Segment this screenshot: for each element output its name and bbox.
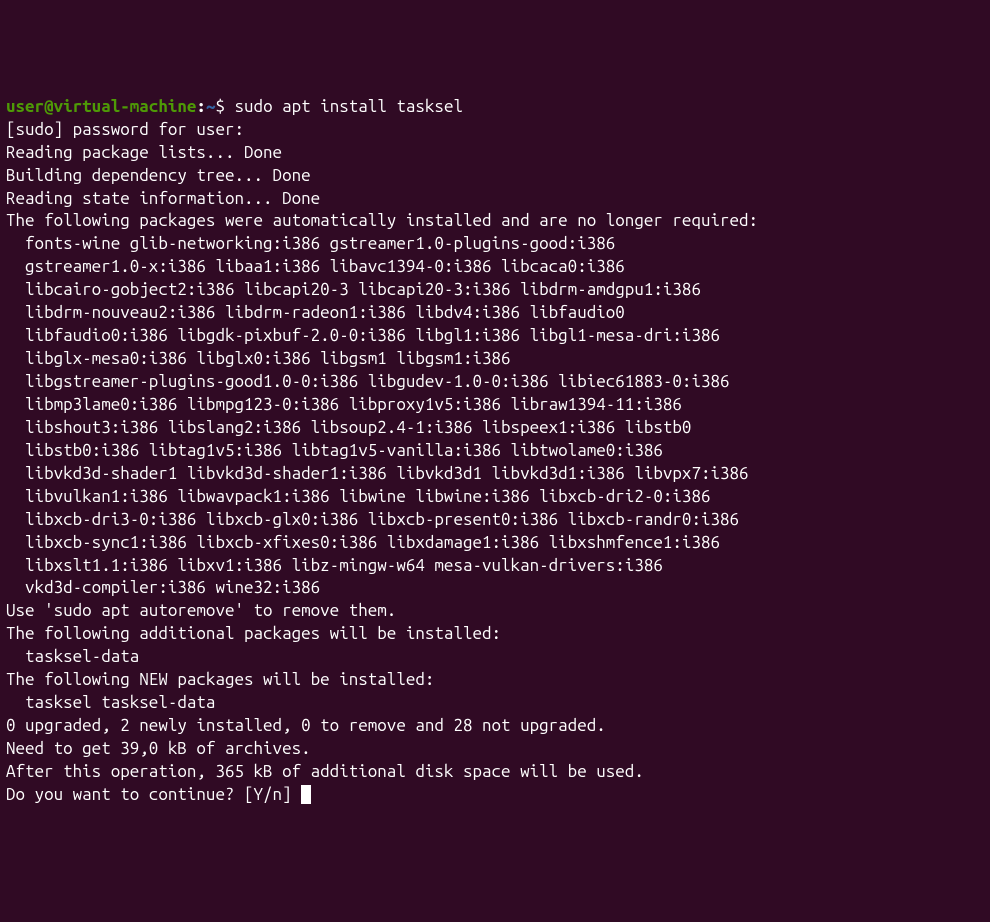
output-line: Need to get 39,0 kB of archives.	[6, 739, 311, 758]
output-line: 0 upgraded, 2 newly installed, 0 to remo…	[6, 716, 606, 735]
output-line: Reading package lists... Done	[6, 143, 282, 162]
output-line: The following NEW packages will be insta…	[6, 670, 434, 689]
output-line: Reading state information... Done	[6, 189, 320, 208]
output-line: [sudo] password for user:	[6, 120, 244, 139]
output-line: Use 'sudo apt autoremove' to remove them…	[6, 601, 396, 620]
output-line: vkd3d-compiler:i386 wine32:i386	[6, 578, 320, 597]
output-line: fonts-wine glib-networking:i386 gstreame…	[6, 234, 615, 253]
output-line: libvkd3d-shader1 libvkd3d-shader1:i386 l…	[6, 464, 749, 483]
terminal[interactable]: user@virtual-machine:~$ sudo apt install…	[6, 96, 984, 807]
prompt-colon: :	[196, 97, 206, 116]
output-line: The following packages were automaticall…	[6, 211, 758, 230]
continue-prompt[interactable]: Do you want to continue? [Y/n]	[6, 785, 301, 804]
output-line: libxcb-sync1:i386 libxcb-xfixes0:i386 li…	[6, 533, 720, 552]
output-line: tasksel tasksel-data	[6, 693, 215, 712]
output-line: libxcb-dri3-0:i386 libxcb-glx0:i386 libx…	[6, 510, 739, 529]
prompt-user-host: user@virtual-machine	[6, 97, 196, 116]
output-line: libglx-mesa0:i386 libglx0:i386 libgsm1 l…	[6, 349, 511, 368]
output-line: Building dependency tree... Done	[6, 166, 311, 185]
output-line: tasksel-data	[6, 647, 139, 666]
output-line: The following additional packages will b…	[6, 624, 501, 643]
output-line: After this operation, 365 kB of addition…	[6, 762, 644, 781]
command-text: sudo apt install tasksel	[235, 97, 463, 116]
output-line: libstb0:i386 libtag1v5:i386 libtag1v5-va…	[6, 441, 663, 460]
prompt-line: user@virtual-machine:~$ sudo apt install…	[6, 97, 463, 116]
output-line: libshout3:i386 libslang2:i386 libsoup2.4…	[6, 418, 691, 437]
output-line: gstreamer1.0-x:i386 libaa1:i386 libavc13…	[6, 257, 625, 276]
output-line: libdrm-nouveau2:i386 libdrm-radeon1:i386…	[6, 303, 625, 322]
output-line: libcairo-gobject2:i386 libcapi20-3 libca…	[6, 280, 701, 299]
output-line: libvulkan1:i386 libwavpack1:i386 libwine…	[6, 487, 710, 506]
output-line: libmp3lame0:i386 libmpg123-0:i386 libpro…	[6, 395, 682, 414]
output-line: libgstreamer-plugins-good1.0-0:i386 libg…	[6, 372, 730, 391]
prompt-dollar: $	[215, 97, 234, 116]
cursor-icon	[301, 785, 311, 804]
output-line: libxslt1.1:i386 libxv1:i386 libz-mingw-w…	[6, 556, 663, 575]
output-line: libfaudio0:i386 libgdk-pixbuf-2.0-0:i386…	[6, 326, 720, 345]
